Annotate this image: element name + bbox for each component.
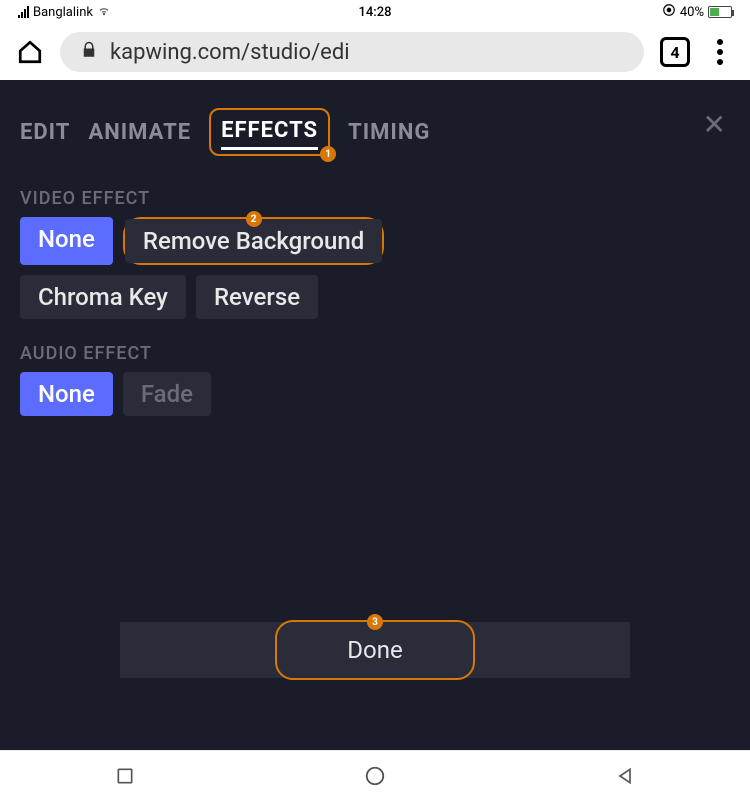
- wifi-icon: [97, 3, 111, 21]
- video-effect-label: VIDEO EFFECT: [0, 164, 750, 217]
- audio-effect-row: None Fade: [0, 372, 750, 416]
- status-bar: Banglalink 14:28 40%: [0, 0, 750, 24]
- tabs-count-label: 4: [670, 43, 679, 62]
- url-text: kapwing.com/studio/edi: [110, 40, 350, 65]
- annotation-highlight-1: EFFECTS 1: [209, 108, 330, 156]
- annotation-badge-2: 2: [246, 211, 262, 227]
- lock-icon: [80, 40, 98, 65]
- home-button[interactable]: [362, 763, 388, 789]
- notification-icon: [662, 3, 676, 21]
- tabs-count-icon[interactable]: 4: [660, 37, 690, 67]
- annotation-badge-1: 1: [320, 146, 336, 162]
- close-icon[interactable]: ✕: [703, 108, 726, 141]
- browser-bar: kapwing.com/studio/edi 4: [0, 24, 750, 80]
- app-content: EDIT ANIMATE EFFECTS 1 TIMING ✕ VIDEO EF…: [0, 80, 750, 750]
- annotation-highlight-3: Done 3: [275, 620, 474, 680]
- url-bar[interactable]: kapwing.com/studio/edi: [60, 32, 644, 72]
- tab-timing[interactable]: TIMING: [348, 116, 430, 149]
- battery-icon: [708, 6, 732, 18]
- video-effect-none[interactable]: None: [20, 217, 113, 265]
- audio-effect-fade[interactable]: Fade: [123, 372, 211, 416]
- android-nav-bar: [0, 750, 750, 800]
- clock: 14:28: [359, 5, 392, 20]
- annotation-highlight-2: Remove Background 2: [123, 217, 384, 265]
- status-right: 40%: [662, 3, 732, 21]
- battery-pct-label: 40%: [680, 5, 704, 20]
- tab-animate[interactable]: ANIMATE: [88, 116, 191, 149]
- tab-effects[interactable]: EFFECTS: [221, 114, 318, 150]
- video-effect-row-2: Chroma Key Reverse: [0, 275, 750, 319]
- status-left: Banglalink: [18, 3, 111, 21]
- recents-button[interactable]: [112, 763, 138, 789]
- tab-edit[interactable]: EDIT: [20, 116, 70, 149]
- done-bar: Done 3: [120, 622, 630, 678]
- signal-icon: [18, 6, 29, 18]
- video-effect-reverse[interactable]: Reverse: [196, 275, 318, 319]
- carrier-label: Banglalink: [33, 5, 93, 20]
- audio-effect-label: AUDIO EFFECT: [0, 319, 750, 372]
- annotation-badge-3: 3: [367, 614, 383, 630]
- done-button[interactable]: Done: [347, 636, 402, 664]
- menu-icon[interactable]: [706, 39, 734, 65]
- done-container: Done 3: [0, 622, 750, 678]
- editor-tabs: EDIT ANIMATE EFFECTS 1 TIMING ✕: [0, 80, 750, 164]
- video-effect-chroma-key[interactable]: Chroma Key: [20, 275, 186, 319]
- back-button[interactable]: [612, 763, 638, 789]
- video-effect-row: None Remove Background 2: [0, 217, 750, 265]
- home-icon[interactable]: [16, 38, 44, 66]
- audio-effect-none[interactable]: None: [20, 372, 113, 416]
